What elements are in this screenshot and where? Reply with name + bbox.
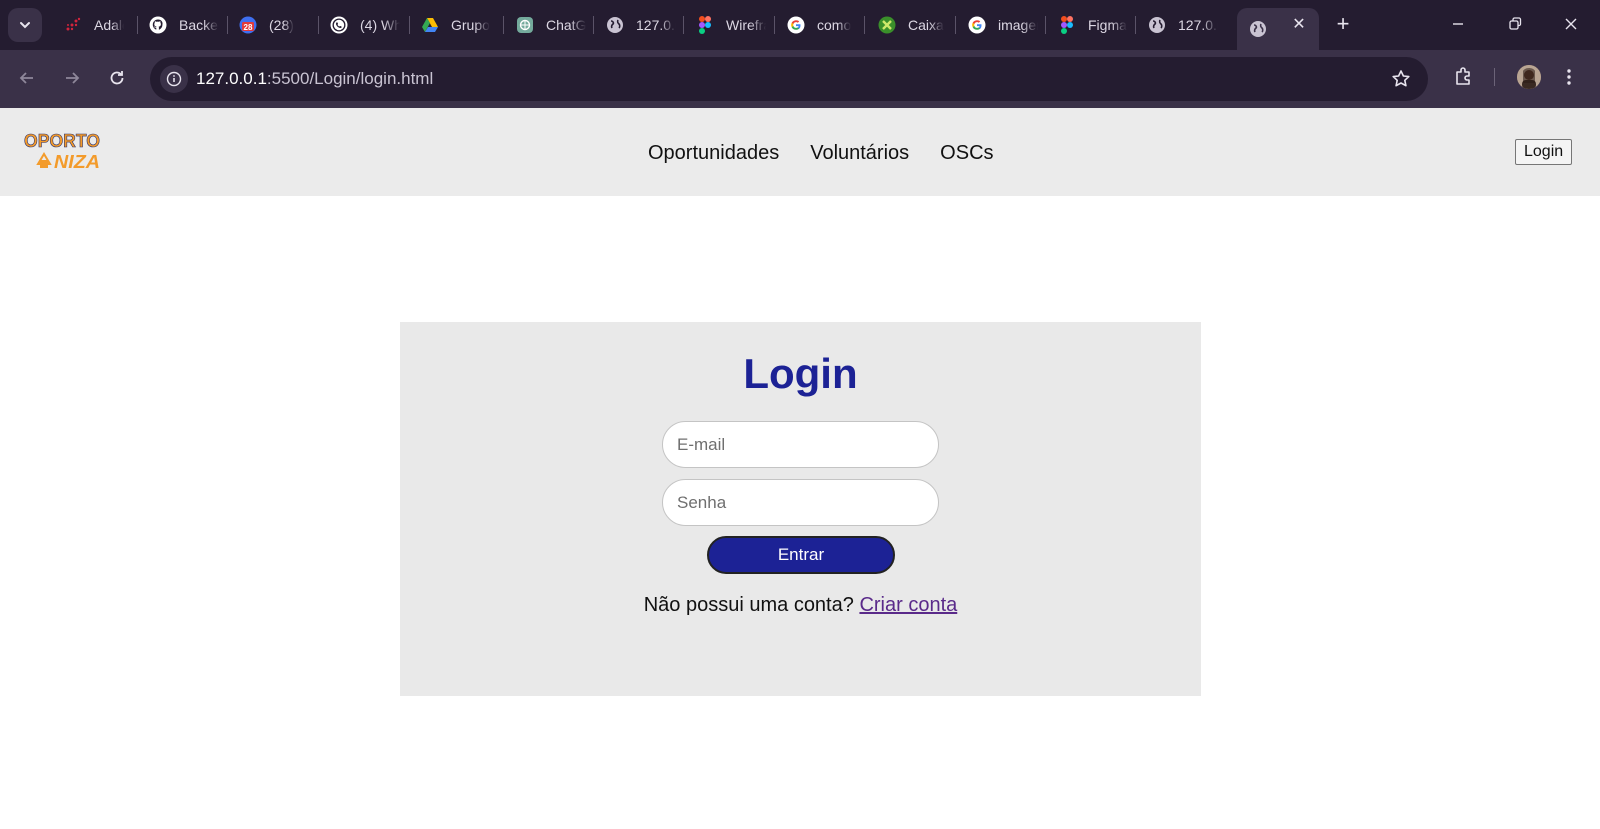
restore-button[interactable]	[1505, 14, 1525, 34]
browser-tab[interactable]: Backend	[139, 8, 219, 42]
tab-title: (4) WhatsApp	[360, 17, 400, 33]
browser-toolbar: 127.0.0.1:5500/Login/login.html	[0, 50, 1600, 108]
email-input[interactable]	[662, 421, 939, 468]
browser-tab[interactable]: ChatGPT	[506, 8, 586, 42]
arrow-right-icon	[66, 72, 80, 84]
chatgpt-icon	[516, 16, 534, 34]
tab-title: Caixa	[908, 17, 944, 33]
logo-text-bottom: NIZA	[54, 152, 100, 172]
tab-title: 127.0.0.1	[636, 17, 676, 33]
nav-link-oscs[interactable]: OSCs	[940, 142, 993, 165]
tab-title: imagem	[998, 17, 1038, 33]
logo-building-icon	[36, 152, 52, 168]
reload-icon	[110, 71, 124, 85]
browser-tab[interactable]: 127.0.0.1	[596, 8, 676, 42]
back-button[interactable]	[15, 66, 39, 90]
arrow-left-icon	[19, 72, 33, 84]
site-header: OPORTO NIZA Oportunidades Voluntários OS…	[0, 108, 1600, 196]
new-tab-button[interactable]: +	[1330, 12, 1356, 38]
extensions-puzzle-icon[interactable]	[1452, 65, 1474, 87]
forward-button[interactable]	[60, 66, 84, 90]
browser-tab[interactable]: Adalo	[54, 8, 124, 42]
whatsapp-icon	[330, 16, 348, 34]
tab-title: Grupo	[451, 17, 490, 33]
browser-menu-icon[interactable]	[1560, 66, 1578, 88]
url-host: 127.0.0.1	[196, 69, 267, 88]
globe-icon	[606, 16, 624, 34]
tab-title: Adalo	[94, 17, 124, 33]
logo-text-top: OPORTO	[24, 131, 100, 151]
tab-title: como	[817, 17, 852, 33]
address-bar[interactable]: 127.0.0.1:5500/Login/login.html	[150, 57, 1428, 101]
browser-tab[interactable]: Figma	[1048, 8, 1128, 42]
calendar-icon: 28	[239, 16, 257, 34]
tab-title: Wireframe	[726, 17, 766, 33]
bookmark-star-icon[interactable]	[1390, 68, 1412, 90]
nav-link-oportunidades[interactable]: Oportunidades	[648, 142, 779, 165]
login-card: Login Entrar Não possui uma conta? Criar…	[400, 322, 1201, 696]
caixa-icon	[878, 16, 896, 34]
browser-tab[interactable]: como	[777, 8, 857, 42]
tab-title: ChatGPT	[546, 17, 586, 33]
profile-avatar[interactable]	[1517, 65, 1541, 89]
adalo-icon	[64, 16, 82, 34]
google-drive-icon	[421, 16, 439, 34]
browser-tab[interactable]: Wireframe	[686, 8, 766, 42]
browser-tab[interactable]: Grupo	[411, 8, 496, 42]
globe-icon	[1148, 16, 1166, 34]
password-input[interactable]	[662, 479, 939, 526]
nav-link-voluntarios[interactable]: Voluntários	[810, 142, 909, 165]
browser-tab-strip: Adalo Backend 28 (28) (4) WhatsApp Grupo…	[0, 0, 1600, 50]
submit-login-button[interactable]: Entrar	[707, 536, 895, 574]
svg-text:28: 28	[244, 23, 253, 32]
browser-tab[interactable]: 28 (28)	[229, 8, 309, 42]
figma-icon	[1058, 16, 1076, 34]
tab-title: (28)	[269, 17, 294, 33]
browser-tab[interactable]: 127.0.0.1	[1138, 8, 1218, 42]
browser-tab[interactable]: imagem	[958, 8, 1038, 42]
google-icon	[968, 16, 986, 34]
reload-button[interactable]	[105, 66, 129, 90]
github-icon	[149, 16, 167, 34]
close-tab-icon[interactable]: ✕	[1291, 17, 1307, 33]
oportoniza-logo[interactable]: OPORTO NIZA	[24, 130, 104, 172]
browser-tab[interactable]: Caixa	[868, 8, 948, 42]
tab-title: 127.0.0.1	[1178, 17, 1218, 33]
signup-prompt-text: Não possui uma conta?	[643, 594, 854, 616]
close-window-button[interactable]	[1561, 14, 1581, 34]
create-account-link[interactable]: Criar conta	[859, 594, 957, 616]
signup-prompt: Não possui uma conta? Criar conta	[400, 594, 1201, 617]
tab-search-button[interactable]	[8, 8, 42, 42]
tab-title: Backend	[179, 17, 219, 33]
site-info-icon[interactable]	[160, 65, 188, 93]
browser-tab[interactable]: (4) WhatsApp	[320, 8, 400, 42]
url-path: :5500/Login/login.html	[266, 69, 434, 88]
login-title: Login	[743, 350, 858, 397]
url-text[interactable]: 127.0.0.1:5500/Login/login.html	[196, 69, 433, 89]
globe-icon	[1249, 20, 1267, 38]
google-icon	[787, 16, 805, 34]
chevron-down-icon	[20, 22, 30, 29]
minimize-button[interactable]	[1448, 14, 1468, 34]
figma-icon	[696, 16, 714, 34]
browser-tab-active[interactable]: ✕	[1237, 8, 1319, 50]
tab-title: Figma	[1088, 17, 1127, 33]
header-login-button[interactable]: Login	[1515, 139, 1573, 165]
main-nav: Oportunidades Voluntários OSCs	[648, 142, 994, 165]
